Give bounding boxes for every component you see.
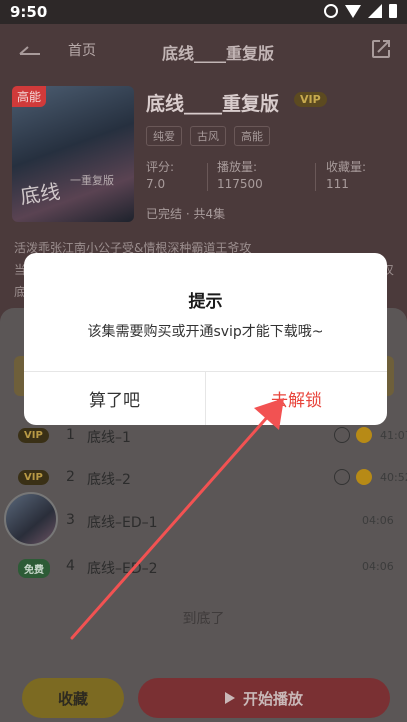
episode-name: 底线–1: [87, 430, 131, 446]
tag-item[interactable]: 古风: [190, 126, 226, 146]
status-bar: 9:50: [0, 0, 407, 24]
stat-divider: [207, 163, 208, 191]
start-play-button[interactable]: 开始播放: [138, 678, 390, 718]
episode-number: 1: [66, 427, 75, 443]
cover-subtitle-art: 一重复版: [70, 174, 114, 187]
episode-duration: 41:07: [380, 429, 407, 442]
vip-tag: VIP: [294, 92, 327, 107]
stat-divider: [315, 163, 316, 191]
rating-value: 7.0: [146, 177, 166, 191]
status-time: 9:50: [10, 3, 48, 21]
share-icon[interactable]: [370, 38, 392, 60]
episode-badge: VIP: [18, 428, 49, 443]
episode-badge: 免费: [18, 559, 50, 578]
episode-duration: 04:06: [362, 560, 394, 573]
dnd-icon: [324, 4, 338, 18]
episode-row[interactable]: 3 底线–ED–1 04:06: [0, 503, 407, 543]
dialog-title: 提示: [188, 292, 223, 312]
lock-icon: [356, 469, 372, 485]
play-icon: [224, 692, 235, 704]
dialog-message: 该集需要购买或开通svip才能下载哦~: [87, 324, 324, 340]
dialog-unlock-button[interactable]: 去解锁: [206, 371, 387, 425]
high-energy-badge: 高能: [12, 86, 47, 107]
tag-item[interactable]: 纯爱: [146, 126, 182, 146]
start-play-label: 开始播放: [242, 689, 303, 708]
battery-icon: [389, 4, 397, 18]
signal-icon: [368, 4, 382, 18]
episode-row[interactable]: 免费 4 底线–ED–2 04:06: [0, 549, 407, 589]
wifi-icon: [345, 4, 361, 18]
episode-duration: 04:06: [362, 514, 394, 527]
episode-name: 底线–2: [87, 472, 131, 488]
floating-player-avatar[interactable]: [4, 492, 58, 546]
episode-duration: 40:52: [380, 471, 407, 484]
episode-number: 2: [66, 469, 75, 485]
lock-icon: [356, 427, 372, 443]
completion-status: 已完结 · 共4集: [146, 207, 226, 221]
drama-tags: 纯爱 古风 高能: [146, 126, 270, 146]
unlock-dialog: 提示 该集需要购买或开通svip才能下载哦~ 算了吧 去解锁: [24, 253, 387, 425]
favorite-button[interactable]: 收藏: [22, 678, 124, 718]
download-icon[interactable]: [334, 469, 350, 485]
episode-name: 底线–ED–1: [87, 515, 158, 531]
plays-value: 117500: [217, 177, 263, 191]
tag-item[interactable]: 高能: [234, 126, 270, 146]
episode-number: 3: [66, 512, 75, 528]
dialog-cancel-button[interactable]: 算了吧: [24, 371, 205, 425]
list-end-text: 到底了: [182, 611, 225, 627]
favorites-value: 111: [326, 177, 349, 191]
favorites-label: 收藏量:: [326, 160, 367, 174]
nav-title: 底线____重复版: [162, 44, 275, 63]
cover-title-art: 底线: [18, 179, 62, 209]
episode-row[interactable]: VIP 2 底线–2 40:52: [0, 460, 407, 500]
drama-title: 底线____重复版: [146, 93, 280, 115]
episode-badge: VIP: [18, 470, 49, 485]
episode-name: 底线–ED–2: [87, 561, 158, 577]
plays-label: 播放量:: [217, 160, 258, 174]
status-icons: [324, 4, 397, 18]
back-arrow-icon[interactable]: [18, 44, 42, 58]
episode-number: 4: [66, 558, 75, 574]
nav-home-link[interactable]: 首页: [68, 40, 96, 60]
rating-label: 评分:: [146, 160, 175, 174]
download-icon[interactable]: [334, 427, 350, 443]
